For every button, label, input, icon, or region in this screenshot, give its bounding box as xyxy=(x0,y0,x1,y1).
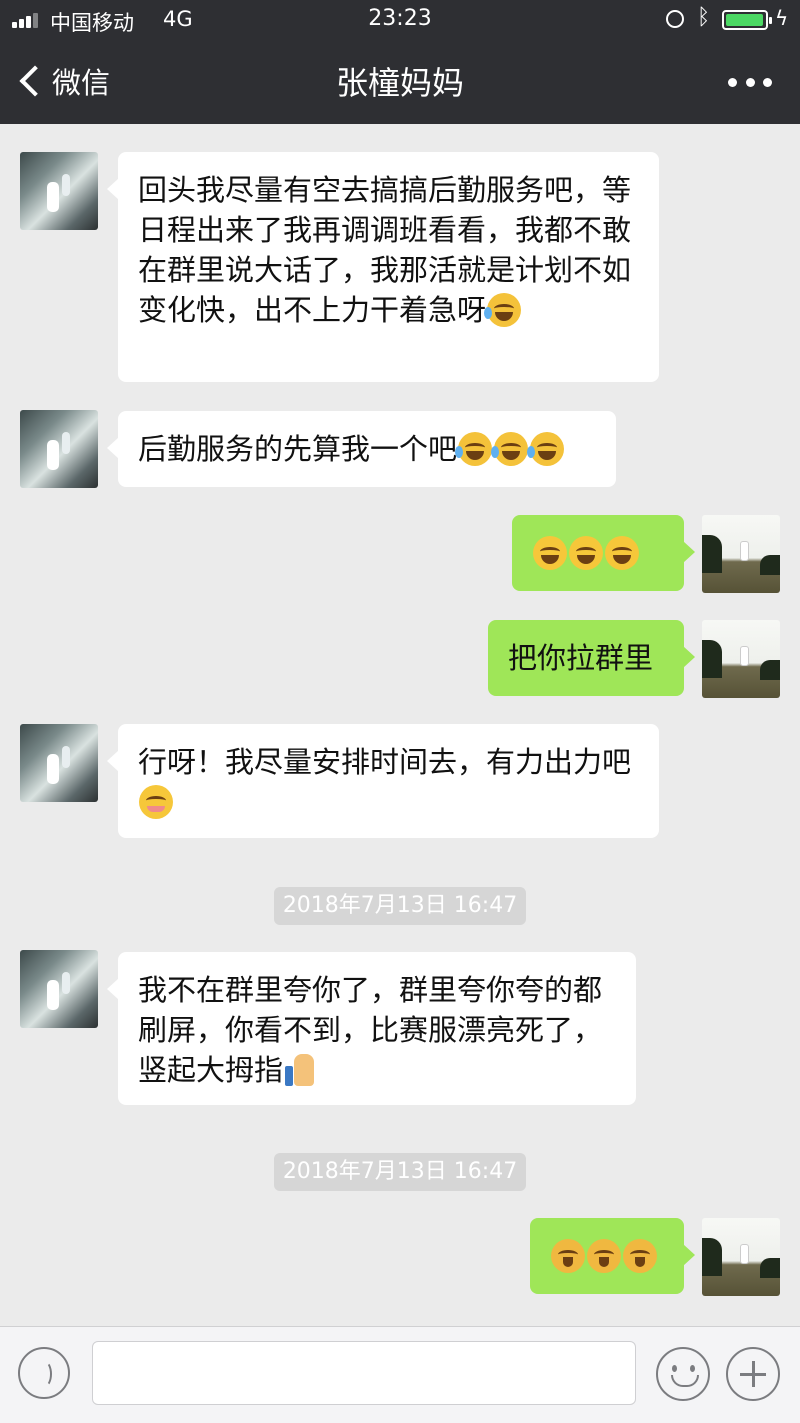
message-text: 我不在群里夸你了，群里夸你夸的都刷屏，你看不到，比赛服漂亮死了，竖起大拇指 xyxy=(138,973,603,1087)
message-text: 回头我尽量有空去搞搞后勤服务吧，等日程出来了我再调调班看看，我都不敢在群里说大话… xyxy=(138,173,632,327)
smirk-emoji-icon xyxy=(623,1239,657,1273)
more-actions-plus-icon[interactable] xyxy=(726,1347,780,1401)
message-bubble-sent[interactable]: 把你拉群里 xyxy=(488,620,695,696)
emoji-picker-icon[interactable] xyxy=(656,1347,710,1401)
message-bubble-sent[interactable] xyxy=(530,1218,695,1294)
message-bubble-received[interactable]: 我不在群里夸你了，群里夸你夸的都刷屏，你看不到，比赛服漂亮死了，竖起大拇指 xyxy=(107,952,636,1105)
battery-icon xyxy=(722,10,772,30)
my-avatar[interactable] xyxy=(702,620,780,698)
voice-input-icon[interactable] xyxy=(18,1347,70,1399)
cry-laugh-emoji-icon xyxy=(491,432,529,466)
contact-avatar[interactable] xyxy=(20,410,98,488)
cry-laugh-emoji-icon xyxy=(527,432,565,466)
shy-smile-emoji-icon xyxy=(139,785,173,819)
message-text: 把你拉群里 xyxy=(508,641,654,675)
cry-laugh-emoji-icon xyxy=(455,432,493,466)
timestamp: 2018年7月13日 16:47 xyxy=(274,1153,526,1191)
top-bar: 中国移动 4G 23:23 ᛒ ϟ 微信 张橦妈妈 xyxy=(0,0,800,124)
message-bubble-received[interactable]: 行呀！我尽量安排时间去，有力出力吧 xyxy=(107,724,659,838)
message-bubble-sent[interactable] xyxy=(512,515,695,591)
my-avatar[interactable] xyxy=(702,1218,780,1296)
timestamp: 2018年7月13日 16:47 xyxy=(274,887,526,925)
my-avatar[interactable] xyxy=(702,515,780,593)
bluetooth-icon: ᛒ xyxy=(697,5,711,30)
contact-avatar[interactable] xyxy=(20,950,98,1028)
charging-icon: ϟ xyxy=(775,6,789,30)
tears-of-joy-emoji-icon xyxy=(605,536,639,570)
thumbs-up-emoji-icon xyxy=(285,1054,315,1086)
contact-avatar[interactable] xyxy=(20,152,98,230)
contact-avatar[interactable] xyxy=(20,724,98,802)
status-bar: 中国移动 4G 23:23 ᛒ ϟ xyxy=(0,0,800,40)
message-input[interactable] xyxy=(92,1341,636,1405)
message-text: 后勤服务的先算我一个吧 xyxy=(138,432,458,466)
chat-title: 张橦妈妈 xyxy=(335,64,464,102)
smirk-emoji-icon xyxy=(587,1239,621,1273)
input-bar xyxy=(0,1326,800,1423)
message-text: 行呀！我尽量安排时间去，有力出力吧 xyxy=(138,745,632,779)
tears-of-joy-emoji-icon xyxy=(533,536,567,570)
message-bubble-received[interactable]: 后勤服务的先算我一个吧 xyxy=(107,411,616,487)
tears-of-joy-emoji-icon xyxy=(569,536,603,570)
smirk-emoji-icon xyxy=(551,1239,585,1273)
cry-laugh-emoji-icon xyxy=(484,293,522,327)
alarm-icon xyxy=(666,10,684,28)
more-options-icon[interactable] xyxy=(728,78,772,88)
message-bubble-received[interactable]: 回头我尽量有空去搞搞后勤服务吧，等日程出来了我再调调班看看，我都不敢在群里说大话… xyxy=(107,152,659,382)
